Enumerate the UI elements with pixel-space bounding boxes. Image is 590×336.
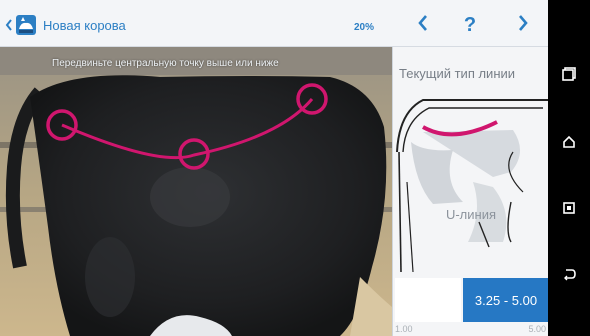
- scale-max-label: 5.00: [528, 324, 546, 334]
- cow-line-diagram-icon: [396, 99, 548, 273]
- action-bar: Новая корова 20% ?: [0, 0, 548, 47]
- chevron-right-icon: [517, 13, 529, 38]
- system-back-icon[interactable]: [559, 264, 579, 284]
- range-segment-selected: 3.25 - 5.00: [463, 278, 548, 322]
- page-title: Новая корова: [43, 17, 126, 33]
- system-navigation-bar: [548, 0, 590, 336]
- recent-apps-icon[interactable]: [559, 64, 579, 84]
- chevron-left-icon: [417, 13, 429, 38]
- app-screen: Новая корова 20% ? Передвиньте центральн…: [0, 0, 548, 336]
- back-button[interactable]: Новая корова: [4, 12, 154, 38]
- progress-indicator: 20%: [354, 22, 375, 33]
- instruction-text: Передвиньте центральную точку выше или н…: [52, 58, 279, 69]
- range-value: 3.25 - 5.00: [474, 292, 538, 308]
- home-icon[interactable]: [559, 132, 579, 152]
- scale-min-label: 1.00: [395, 324, 413, 334]
- help-button[interactable]: ?: [455, 10, 485, 40]
- previous-button[interactable]: [408, 10, 438, 40]
- screenshot-icon[interactable]: [559, 198, 579, 218]
- panel-title: Текущий тип линии: [399, 66, 516, 81]
- line-type-label: U-линия: [445, 207, 497, 222]
- cow-photo: Передвиньте центральную точку выше или н…: [0, 47, 392, 336]
- cow-rear-image: [0, 47, 392, 336]
- next-button[interactable]: [508, 10, 538, 40]
- range-segment-low: [395, 278, 461, 322]
- chevron-left-icon: [4, 17, 14, 33]
- line-type-panel: Текущий тип линии U-линия 3.25 - 5.00 1.…: [392, 47, 548, 336]
- cow-app-logo-icon: [15, 14, 37, 36]
